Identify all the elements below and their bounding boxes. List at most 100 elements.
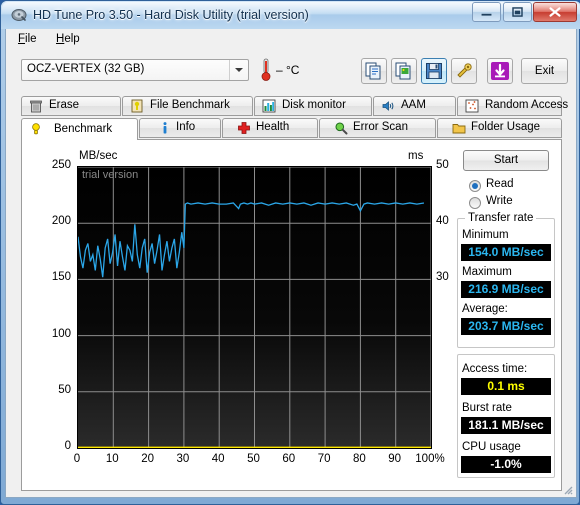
options-button[interactable] (451, 58, 477, 84)
red-cross-icon (238, 122, 250, 134)
menu-item-file[interactable]: File (14, 32, 41, 47)
y-tick-label: 200 (51, 215, 71, 228)
start-button[interactable]: Start (463, 150, 549, 171)
close-button[interactable] (533, 2, 577, 22)
file-benchmark-icon (131, 99, 143, 113)
x-tick-label: 10 (105, 453, 119, 465)
tab-file-benchmark-label: File Benchmark (150, 99, 230, 111)
x-tick-label: 20 (141, 453, 154, 465)
download-button[interactable] (487, 58, 513, 84)
toolbar: OCZ-VERTEX (32 GB) – °C Exit (6, 50, 576, 94)
x-tick-label: 90 (388, 453, 402, 465)
minimum-value: 154.0 MB/sec (461, 244, 551, 261)
resize-grip[interactable] (561, 483, 573, 495)
tab-random-access-label: Random Access (485, 99, 569, 111)
tab-erase[interactable]: Erase (21, 96, 121, 116)
menu-bar: File Help (6, 29, 576, 51)
maximize-button[interactable] (503, 2, 532, 22)
info-icon (163, 122, 167, 134)
y-tick-label: 250 (51, 159, 71, 171)
access-time-label: Access time: (462, 363, 528, 375)
random-access-icon (465, 99, 479, 113)
tab-aam[interactable]: AAM (373, 96, 456, 116)
copy-image-button[interactable] (391, 58, 417, 84)
misc-results-group: Access time: 0.1 ms Burst rate 181.1 MB/… (457, 354, 555, 478)
y-tick-label: 100 (51, 327, 71, 340)
y2-axis-unit-label: ms (408, 150, 424, 162)
average-label: Average: (462, 303, 508, 315)
close-icon (549, 7, 561, 17)
tab-folder-usage-label: Folder Usage (471, 121, 541, 133)
x-tick-label: 60 (282, 453, 296, 465)
transfer-rate-group: Transfer rate Minimum 154.0 MB/sec Maxim… (457, 212, 555, 348)
tab-disk-monitor[interactable]: Disk monitor (254, 96, 372, 116)
tab-error-scan[interactable]: Error Scan (319, 118, 436, 138)
minimize-button[interactable] (472, 2, 501, 22)
folder-icon (452, 124, 466, 134)
title-bar[interactable]: HD Tune Pro 3.50 - Hard Disk Utility (tr… (1, 1, 580, 29)
speaker-icon (382, 101, 394, 111)
burst-rate-label: Burst rate (462, 402, 512, 414)
x-tick-label: 80 (352, 453, 366, 465)
x-tick-label: 70 (317, 453, 331, 465)
save-button[interactable] (421, 58, 447, 84)
floppy-save-icon (426, 63, 442, 79)
copy-text-button[interactable] (361, 58, 387, 84)
x-tick-label: 0 (73, 453, 81, 465)
drive-select[interactable]: OCZ-VERTEX (32 GB) (21, 59, 249, 81)
maximum-label: Maximum (462, 266, 512, 278)
chevron-down-icon[interactable] (229, 60, 248, 80)
tab-random-access[interactable]: Random Access (457, 96, 568, 116)
tab-aam-label: AAM (401, 99, 426, 111)
thermometer-icon (261, 58, 271, 81)
x-tick-label: 50 (247, 453, 260, 465)
client-area: File Help OCZ-VERTEX (32 GB) – °C Exit E… (5, 29, 577, 498)
maximize-icon (512, 7, 523, 17)
tab-strip: Erase File Benchmark Disk monitor AAM Ra… (21, 96, 568, 140)
application-window: HD Tune Pro 3.50 - Hard Disk Utility (tr… (0, 0, 580, 505)
tab-health-label: Health (256, 121, 290, 133)
benchmark-chart: MB/sec ms trial version 0 50 100 150 200 250 3… (30, 148, 450, 483)
benchmark-panel: MB/sec ms trial version 0 50 100 150 200 250 3… (21, 139, 562, 491)
radio-read-indicator[interactable] (469, 180, 481, 192)
tab-error-scan-label: Error Scan (353, 121, 408, 133)
menu-help-rest: elp (64, 33, 80, 45)
copy-text-icon (365, 62, 381, 80)
tab-info[interactable]: Info (139, 118, 221, 138)
bar-chart-icon (262, 99, 276, 113)
tab-file-benchmark[interactable]: File Benchmark (122, 96, 253, 116)
trash-can-icon (30, 100, 42, 113)
tab-benchmark[interactable]: Benchmark (21, 118, 138, 140)
download-arrow-icon (491, 62, 509, 80)
menu-file-accel: F (18, 33, 26, 45)
tab-disk-monitor-label: Disk monitor (282, 99, 346, 111)
tab-health[interactable]: Health (222, 118, 318, 138)
cpu-usage-label: CPU usage (462, 441, 521, 453)
temperature-readout: – °C (276, 63, 300, 77)
chart-plot-area: trial version (77, 166, 432, 449)
x-tick-label: 30 (176, 453, 190, 465)
exit-button[interactable]: Exit (521, 58, 568, 84)
menu-item-help[interactable]: Help (52, 32, 84, 47)
hard-disk-icon (11, 9, 27, 21)
x-tick-label: 40 (211, 453, 225, 465)
y-axis-unit-label: MB/sec (79, 150, 118, 162)
minimum-label: Minimum (462, 229, 509, 241)
tab-benchmark-label: Benchmark (54, 123, 113, 135)
y-tick-label: 0 (64, 440, 71, 452)
tools-gear-icon (457, 63, 472, 78)
access-time-value: 0.1 ms (461, 378, 551, 395)
radio-read-label: Read (486, 178, 514, 190)
y-tick-label: 50 (58, 383, 71, 396)
y-tick-label: 150 (51, 271, 71, 284)
tab-info-label: Info (176, 121, 196, 133)
burst-rate-value: 181.1 MB/sec (461, 417, 551, 434)
x-tick-label: 100% (415, 453, 445, 465)
copy-image-icon (395, 62, 411, 80)
cpu-usage-value: -1.0% (461, 456, 551, 473)
menu-file-rest: ile (25, 33, 37, 45)
transfer-rate-group-label: Transfer rate (465, 212, 537, 224)
lightbulb-icon (32, 123, 40, 135)
tab-folder-usage[interactable]: Folder Usage (437, 118, 562, 138)
radio-write-indicator[interactable] (469, 197, 481, 209)
